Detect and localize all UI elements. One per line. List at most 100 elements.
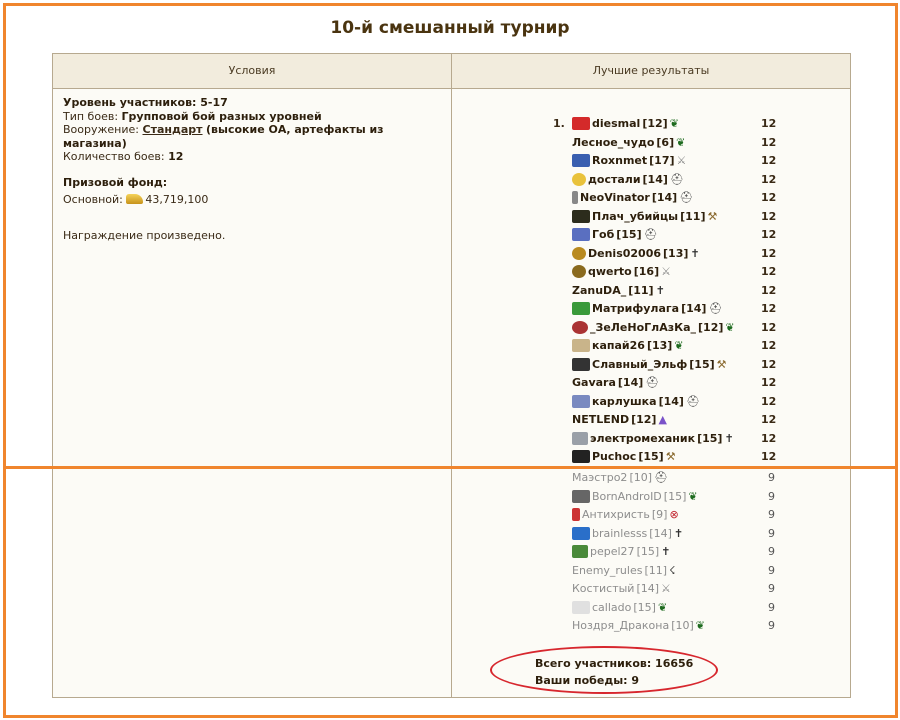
player-name[interactable]: callado	[592, 599, 631, 616]
sword-icon[interactable]: ⚔	[661, 582, 671, 595]
clan-emblem-icon[interactable]	[572, 431, 588, 445]
clan-emblem-icon[interactable]	[572, 508, 580, 521]
player-name[interactable]: _ЗеЛеНоГлАзКа_	[590, 319, 696, 336]
player-name[interactable]: Гоб	[592, 226, 614, 243]
helmet-icon[interactable]: ⛑	[679, 191, 693, 204]
clan-emblem-icon[interactable]	[572, 450, 590, 463]
player-name[interactable]: Костистый	[572, 580, 634, 597]
player-score: 9	[768, 545, 775, 558]
player-name[interactable]: ZanuDA_	[572, 282, 626, 299]
clan-emblem-icon[interactable]	[572, 526, 590, 540]
player-name[interactable]: Славный_Эльф	[592, 356, 687, 373]
clan-emblem-icon[interactable]	[572, 228, 590, 241]
clan-emblem-icon[interactable]	[572, 357, 590, 371]
wizard-hat-icon[interactable]: ▲	[658, 413, 666, 426]
clan-emblem-icon[interactable]	[572, 320, 588, 334]
player-name[interactable]: достали	[588, 171, 641, 188]
player-name[interactable]: pepel27	[590, 543, 635, 560]
helmet-icon[interactable]: ⛑	[644, 228, 658, 241]
clan-emblem-icon[interactable]	[572, 394, 590, 408]
clan-emblem-icon[interactable]	[572, 545, 588, 558]
result-row: callado [15] ❦ 9	[0, 599, 900, 616]
leaf-icon[interactable]: ❦	[696, 619, 705, 632]
player-name[interactable]: Маэстро2	[572, 469, 627, 486]
player-name[interactable]: BornAndroID	[592, 488, 662, 505]
clan-emblem-icon[interactable]	[572, 209, 590, 223]
player-level: [14]	[649, 526, 672, 540]
player-name[interactable]: Roxnmet	[592, 152, 647, 169]
player-name[interactable]: NeoVinator	[580, 189, 650, 206]
result-row: Denis02006 [13] ✝ 12	[0, 245, 900, 262]
player-name[interactable]: Denis02006	[588, 245, 661, 262]
result-row: капай26 [13] ❦ 12	[0, 337, 900, 354]
player-level: [12]	[642, 117, 668, 130]
clan-emblem-icon[interactable]	[572, 154, 590, 167]
player-name[interactable]: qwerto	[588, 263, 632, 280]
player-name[interactable]: diesmal	[592, 115, 640, 132]
helmet-icon[interactable]: ⛑	[670, 173, 684, 186]
leaf-icon[interactable]: ❦	[670, 117, 679, 130]
forbidden-icon[interactable]: ⊗	[669, 508, 678, 521]
hammer-icon[interactable]: ⚒	[707, 210, 717, 223]
clan-emblem-icon[interactable]	[572, 117, 590, 130]
clan-emblem-icon[interactable]	[572, 302, 590, 315]
player-name[interactable]: электромеханик	[590, 430, 695, 447]
hammer-icon[interactable]: ⚒	[666, 450, 676, 463]
player-level: [10]	[671, 619, 694, 632]
cross-icon[interactable]: ✝	[674, 527, 683, 540]
leaf-icon[interactable]: ❦	[676, 136, 685, 149]
player-score: 9	[768, 471, 775, 484]
player-name[interactable]: NETLEND	[572, 411, 629, 428]
cross-icon[interactable]: ✝	[656, 284, 665, 297]
clan-emblem-icon[interactable]	[572, 339, 590, 352]
result-row: pepel27 [15] ✝ 9	[0, 543, 900, 560]
hammer-icon[interactable]: ⚒	[717, 358, 727, 371]
player-level: [15]	[636, 545, 660, 558]
leaf-icon[interactable]: ❦	[725, 321, 734, 334]
result-row: Puchoc [15] ⚒ 12	[0, 448, 900, 465]
player-score: 12	[761, 431, 777, 445]
player-level: [13]	[663, 246, 689, 260]
sword-icon[interactable]: ⚔	[677, 154, 687, 167]
sword-icon[interactable]: ⚔	[661, 265, 671, 278]
player-name[interactable]: Enemy_rules	[572, 562, 642, 579]
player-score: 12	[761, 135, 777, 149]
player-name[interactable]: Puchoc	[592, 448, 636, 465]
clan-emblem-icon[interactable]	[572, 600, 590, 614]
player-score: 9	[768, 563, 775, 577]
helmet-icon[interactable]: ⛑	[708, 302, 722, 315]
clan-emblem-icon[interactable]	[572, 489, 590, 503]
player-name[interactable]: Лесное_чудо	[572, 134, 654, 151]
clan-emblem-icon[interactable]	[572, 191, 578, 204]
player-name[interactable]: Плач_убийцы	[592, 208, 678, 225]
player-name[interactable]: brainlesss	[592, 525, 647, 542]
player-name[interactable]: Антихристь	[582, 506, 650, 523]
player-score: 12	[761, 265, 777, 278]
cross-icon[interactable]: ✝	[661, 545, 670, 558]
cross-icon[interactable]: ✝	[724, 432, 733, 445]
player-name[interactable]: Ноздря_Дракона	[572, 617, 669, 634]
helmet-icon[interactable]: ⛑	[686, 395, 700, 408]
clan-emblem-icon[interactable]	[572, 172, 586, 186]
header-conditions: Условия	[53, 54, 452, 89]
clan-emblem-icon[interactable]	[572, 265, 586, 278]
player-name[interactable]: Gavara	[572, 374, 616, 391]
player-name[interactable]: карлушка	[592, 393, 657, 410]
result-row: Gavara [14] ⛑ 12	[0, 374, 900, 391]
player-score: 12	[761, 228, 777, 241]
player-level: [10]	[629, 471, 653, 484]
claw-icon[interactable]: ☇	[669, 564, 675, 577]
player-name[interactable]: капай26	[592, 337, 645, 354]
result-row: Enemy_rules [11] ☇ 9	[0, 562, 900, 579]
helmet-icon[interactable]: ⛑	[654, 471, 668, 484]
leaf-icon[interactable]: ❦	[658, 601, 667, 614]
clan-emblem-icon[interactable]	[572, 246, 586, 260]
leaf-icon[interactable]: ❦	[674, 339, 683, 352]
helmet-icon[interactable]: ⛑	[645, 376, 659, 389]
header-best-results: Лучшие результаты	[452, 54, 850, 89]
result-row: Лесное_чудо [6] ❦ 12	[0, 134, 900, 151]
cross-icon[interactable]: ✝	[690, 247, 699, 260]
player-name[interactable]: Матрифулага	[592, 300, 679, 317]
player-score: 9	[768, 600, 775, 614]
leaf-icon[interactable]: ❦	[688, 490, 697, 503]
